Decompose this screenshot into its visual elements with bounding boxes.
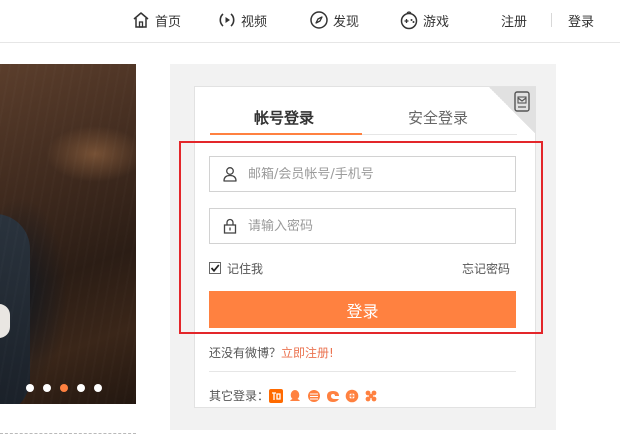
nav-home-label: 首页: [155, 14, 182, 30]
nav-register[interactable]: 注册: [501, 10, 527, 30]
no-account-text: 还没有微博？: [209, 346, 282, 360]
social-divider: [209, 371, 516, 372]
checkmark-icon: [210, 264, 220, 273]
username-input[interactable]: [248, 166, 488, 182]
sohu-login-icon[interactable]: [307, 389, 321, 403]
banner-wood-texture: [0, 64, 136, 404]
gamepad-icon: [399, 10, 419, 30]
other-login-label: 其它登录：: [209, 389, 270, 403]
password-field[interactable]: [209, 208, 516, 244]
nav-login[interactable]: 登录: [568, 10, 594, 30]
nav-home[interactable]: 首页: [131, 10, 181, 30]
login-submit-button[interactable]: 登录: [209, 291, 516, 328]
nav-video-label: 视频: [241, 14, 268, 30]
remember-label: 记住我: [227, 261, 264, 276]
nav-discover-label: 发现: [333, 14, 360, 30]
user-icon: [222, 166, 238, 182]
compass-icon: [309, 10, 329, 30]
qq-login-icon[interactable]: [288, 389, 302, 403]
nav-divider: [551, 13, 552, 27]
netease-login-icon[interactable]: [326, 389, 340, 403]
carousel-banner-image[interactable]: [0, 64, 136, 404]
nav-login-label: 登录: [568, 14, 595, 30]
carousel-dots: [26, 384, 111, 392]
carousel-dot-3[interactable]: [60, 384, 68, 392]
forgot-password-link[interactable]: 忘记密码: [462, 260, 510, 277]
sina-login-icon[interactable]: [345, 389, 359, 403]
register-prompt: 还没有微博？立即注册!: [209, 344, 334, 361]
carousel-dot-1[interactable]: [26, 384, 34, 392]
active-tab-underline: [210, 133, 362, 135]
remember-checkbox[interactable]: [209, 262, 221, 274]
other-login-row: 其它登录：: [209, 387, 383, 404]
home-icon: [131, 10, 151, 30]
carousel-dot-4[interactable]: [77, 384, 85, 392]
remember-me-toggle[interactable]: 记住我: [209, 260, 263, 276]
lock-icon: [222, 218, 238, 234]
nav-register-label: 注册: [501, 14, 528, 30]
nav-games[interactable]: 游戏: [399, 10, 449, 30]
nav-games-label: 游戏: [423, 14, 450, 30]
carousel-dot-5[interactable]: [94, 384, 102, 392]
username-field[interactable]: [209, 156, 516, 192]
weixin-login-icon[interactable]: [364, 389, 378, 403]
tab-secure-login[interactable]: 安全登录: [408, 107, 468, 127]
taobao-login-icon[interactable]: [269, 388, 284, 403]
tab-rule: [362, 134, 517, 135]
video-play-icon: [217, 10, 237, 30]
dashed-divider: [0, 433, 136, 434]
qr-login-icon: [514, 91, 530, 112]
carousel-dot-2[interactable]: [43, 384, 51, 392]
nav-discover[interactable]: 发现: [309, 10, 359, 30]
register-link[interactable]: 立即注册!: [281, 346, 334, 360]
nav-video[interactable]: 视频: [217, 10, 267, 30]
qr-login-corner[interactable]: [488, 87, 536, 133]
top-navigation: 首页 视频 发现 游戏 注册 登录: [0, 0, 620, 43]
tab-account-login[interactable]: 帐号登录: [254, 107, 314, 127]
password-input[interactable]: [248, 218, 488, 234]
